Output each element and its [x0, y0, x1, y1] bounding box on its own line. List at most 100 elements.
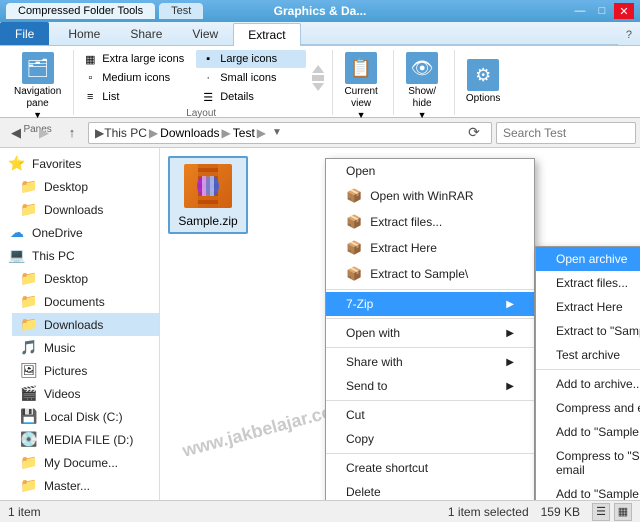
nav-pane-button[interactable]: 🗂 Navigationpane ▼	[10, 50, 65, 122]
show-hide-button[interactable]: 👁 Show/hide ▼	[398, 50, 446, 122]
sidebar-item-downloads[interactable]: 📁 Downloads	[12, 313, 159, 336]
sub-cm-extract-files[interactable]: Extract files...	[536, 271, 640, 295]
tab-view[interactable]: View	[177, 22, 233, 45]
refresh-button[interactable]: ⟳	[463, 122, 485, 144]
file-icon-samplezip[interactable]: Sample.zip	[168, 156, 248, 234]
scroll-up-arrow[interactable]	[312, 65, 324, 73]
sidebar-item-local-disk[interactable]: 💾 Local Disk (C:)	[12, 405, 159, 428]
nav-bar: ◀ ▶ ↑ ▶ This PC ▶ Downloads ▶ Test ▶ ▼ ⟳…	[0, 118, 640, 148]
sidebar-item-videos[interactable]: 🎬 Videos	[12, 382, 159, 405]
sub-cm-add-samplezip[interactable]: Add to "Sample.zip"	[536, 482, 640, 500]
cm-extract-to-label: Extract to Sample\	[370, 267, 468, 281]
search-input[interactable]	[503, 126, 640, 140]
breadcrumb[interactable]: ▶ This PC ▶ Downloads ▶ Test ▶ ▼ ⟳	[88, 122, 492, 144]
sub-cm-test-archive[interactable]: Test archive	[536, 343, 640, 367]
sidebar-item-network[interactable]: 🌐 Network	[0, 497, 159, 500]
sidebar-item-thispc[interactable]: 💻 This PC	[0, 244, 159, 267]
cm-cut[interactable]: Cut	[326, 403, 534, 427]
sidebar-item-pictures[interactable]: 🖼 Pictures	[12, 359, 159, 382]
close-button[interactable]: ✕	[614, 3, 634, 19]
sidebar-item-media[interactable]: 💽 MEDIA FILE (D:)	[12, 428, 159, 451]
local-disk-icon: 💾	[20, 408, 38, 425]
breadcrumb-test[interactable]: Test	[233, 126, 255, 140]
cm-extract-to-sample[interactable]: 📦 Extract to Sample\	[326, 261, 534, 287]
cm-7zip-arrow: ▶	[506, 299, 514, 310]
show-hide-label: Show/hide	[408, 86, 436, 110]
forward-button[interactable]: ▶	[32, 122, 56, 144]
cm-open-with[interactable]: Open with ▶	[326, 321, 534, 345]
sub-cm-compress-email[interactable]: Compress and email...	[536, 396, 640, 420]
ribbon-group-layout: ▦ Extra large icons ▪ Large icons ▫ Medi…	[74, 50, 333, 115]
up-button[interactable]: ↑	[60, 122, 84, 144]
cm-send-to-label: Send to	[346, 379, 387, 393]
cm-extract-here-icon: 📦	[346, 240, 362, 256]
medium-icons-btn[interactable]: ▫ Medium icons	[78, 69, 188, 87]
sidebar-item-documents[interactable]: 📁 Documents	[12, 290, 159, 313]
cm-open-with-arrow: ▶	[506, 328, 514, 339]
context-menu: Open 📦 Open with WinRAR 📦 Extract files.…	[325, 158, 535, 500]
sidebar-item-downloads-fav[interactable]: 📁 Downloads	[12, 198, 159, 221]
cm-extract-files[interactable]: 📦 Extract files...	[326, 209, 534, 235]
cm-open[interactable]: Open	[326, 159, 534, 183]
cm-extract-here[interactable]: 📦 Extract Here	[326, 235, 534, 261]
maximize-button[interactable]: □	[592, 3, 612, 19]
extra-large-icons-btn[interactable]: ▦ Extra large icons	[78, 50, 188, 68]
cm-delete[interactable]: Delete	[326, 480, 534, 500]
sidebar-item-mydocs[interactable]: 📁 My Docume...	[12, 451, 159, 474]
show-hide-icon: 👁	[406, 52, 438, 84]
tab-share[interactable]: Share	[115, 22, 177, 45]
sidebar-item-desktop2[interactable]: 📁 Desktop	[12, 267, 159, 290]
title-tab-test[interactable]: Test	[159, 3, 203, 19]
large-icons-btn[interactable]: ▪ Large icons	[196, 50, 306, 68]
list-view-toggle[interactable]: ☰	[592, 503, 610, 521]
sidebar-item-favorites[interactable]: ⭐ Favorites	[0, 152, 159, 175]
cm-open-winrar[interactable]: 📦 Open with WinRAR	[326, 183, 534, 209]
list-btn[interactable]: ≡ List	[78, 88, 188, 106]
layout-buttons: ▦ Extra large icons ▪ Large icons ▫ Medi…	[78, 50, 306, 106]
cm-send-to[interactable]: Send to ▶	[326, 374, 534, 398]
cm-copy[interactable]: Copy	[326, 427, 534, 451]
cm-delete-label: Delete	[346, 485, 381, 499]
sub-cm-add-sample7z[interactable]: Add to "Sample.7z"	[536, 420, 640, 444]
sidebar-item-onedrive[interactable]: ☁ OneDrive	[0, 221, 159, 244]
options-label: Options	[466, 93, 500, 104]
cm-sep4	[326, 400, 534, 401]
cm-create-shortcut[interactable]: Create shortcut	[326, 456, 534, 480]
panes-content: 🗂 Navigationpane ▼	[10, 50, 65, 122]
zip-icon-inner	[184, 164, 232, 208]
current-view-button[interactable]: 📋 Currentview ▼	[337, 50, 385, 122]
tab-file[interactable]: File	[0, 22, 49, 45]
breadcrumb-downloads[interactable]: Downloads	[160, 126, 219, 140]
cm-share-with[interactable]: Share with ▶	[326, 350, 534, 374]
minimize-button[interactable]: —	[570, 3, 590, 19]
options-button[interactable]: ⚙ Options	[459, 57, 507, 106]
cm-7zip[interactable]: 7-Zip ▶	[326, 292, 534, 316]
tab-home[interactable]: Home	[53, 22, 115, 45]
sidebar-item-desktop[interactable]: 📁 Desktop	[12, 175, 159, 198]
desktop-label: Desktop	[44, 180, 88, 194]
small-icons-btn[interactable]: · Small icons	[196, 69, 306, 87]
tab-extract[interactable]: Extract	[233, 23, 300, 46]
sidebar-item-master[interactable]: 📁 Master...	[12, 474, 159, 497]
title-bar-extra: Graphics & Da...	[274, 4, 367, 18]
cm-extract-to-sample-left: 📦 Extract to Sample\	[346, 266, 468, 282]
file-label-samplezip: Sample.zip	[178, 214, 237, 228]
title-bar: Compressed Folder Tools Test Graphics & …	[0, 0, 640, 22]
title-tab-compressed[interactable]: Compressed Folder Tools	[6, 3, 155, 19]
sub-cm-compress-sample7z-email[interactable]: Compress to "Sample.7z" and email	[536, 444, 640, 482]
breadcrumb-thispc[interactable]: This PC	[104, 126, 147, 140]
scroll-down-arrow[interactable]	[312, 83, 324, 91]
ribbon-help-icon[interactable]: ?	[618, 25, 640, 45]
grid-view-toggle[interactable]: ▦	[614, 503, 632, 521]
sub-sep1	[536, 369, 640, 370]
sub-cm-extract-to-sample[interactable]: Extract to "Sample\"	[536, 319, 640, 343]
back-button[interactable]: ◀	[4, 122, 28, 144]
sub-cm-add-to-archive[interactable]: Add to archive...	[536, 372, 640, 396]
sub-cm-open-archive[interactable]: Open archive	[536, 247, 640, 271]
title-bar-tabs: Compressed Folder Tools Test	[6, 3, 203, 19]
breadcrumb-dropdown[interactable]: ▼	[272, 127, 282, 138]
sidebar-item-music[interactable]: 🎵 Music	[12, 336, 159, 359]
details-btn[interactable]: ☰ Details	[196, 88, 306, 106]
sub-cm-open-archive-label: Open archive	[556, 252, 627, 266]
sub-cm-extract-here[interactable]: Extract Here	[536, 295, 640, 319]
